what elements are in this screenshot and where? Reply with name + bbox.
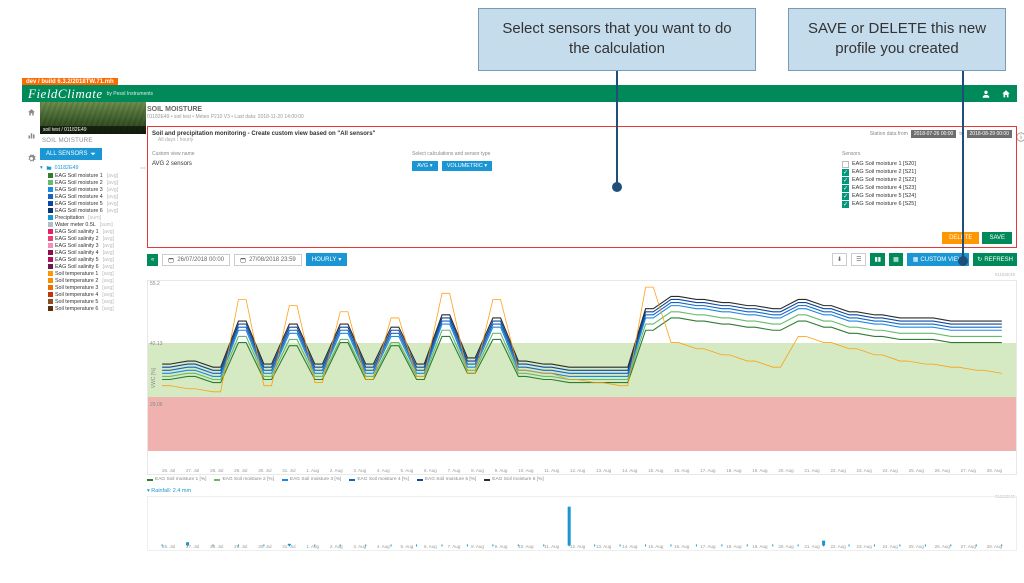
download-button[interactable]: ⬇ (832, 253, 847, 266)
home-icon[interactable] (1001, 89, 1011, 99)
tree-item[interactable]: EAG Soil salinity 4[avg] (40, 249, 146, 256)
logo: FieldClimate (28, 86, 103, 102)
sensor-checkbox-row[interactable]: EAG Soil moisture 1 [S20] (842, 160, 1012, 168)
rainfall-title: ▾ Rainfall: 2.4 mm (147, 488, 1017, 494)
page-title: SOIL MOISTURE (147, 106, 1017, 113)
name-label: Custom view name (152, 151, 352, 157)
tree-item[interactable]: EAG Soil salinity 1[avg] (40, 228, 146, 235)
chart-wrap: 01182E49 55.242.1329.06 VWC [%] 26. Jul2… (147, 272, 1017, 573)
custom-view-panel: Soil and precipitation monitoring - Crea… (147, 126, 1017, 248)
tree-root[interactable]: ▾ 01182E49 (40, 164, 146, 172)
bar-view-button[interactable]: ▮▮ (870, 253, 885, 266)
left-panel: soil test / 01182E49 SOIL MOISTURE ALL S… (40, 102, 146, 312)
station-thumbnail[interactable]: soil test / 01182E49 (40, 102, 146, 134)
chart-meta: 01182E49 (995, 272, 1015, 277)
station-data-range: Station data from 2018-07-26 00:00 to 20… (870, 130, 1012, 138)
sensor-checkbox-row[interactable]: ✓EAG Soil moisture 2 [S22] (842, 176, 1012, 184)
hourly-button[interactable]: HOURLY ▾ (306, 253, 348, 266)
rainfall-chart[interactable]: 26. Jul27. Jul28. Jul29. Jul30. Jul31. J… (147, 496, 1017, 551)
annotation-line-1 (616, 62, 618, 187)
tree-item[interactable]: Soil temperature 6[avg] (40, 305, 146, 312)
rain-x-ticks: 26. Jul27. Jul28. Jul29. Jul30. Jul31. J… (162, 544, 1002, 549)
date-from-input[interactable]: 26/07/2018 00:00 (162, 254, 230, 266)
date-to-input[interactable]: 27/08/2018 23:59 (234, 254, 302, 266)
ellipsis-icon[interactable] (140, 165, 146, 171)
tree-item[interactable]: EAG Soil salinity 5[avg] (40, 256, 146, 263)
all-sensors-button[interactable]: ALL SENSORS (40, 148, 102, 160)
tree-item[interactable]: EAG Soil salinity 6[avg] (40, 263, 146, 270)
moisture-chart[interactable]: 55.242.1329.06 VWC [%] 26. Jul27. Jul28.… (147, 280, 1017, 475)
tree-item[interactable]: EAG Soil moisture 1[avg] (40, 172, 146, 179)
annotation-sensors: Select sensors that you want to do the c… (478, 8, 756, 71)
gear-icon[interactable] (27, 154, 36, 165)
tree-item[interactable]: EAG Soil moisture 4[avg] (40, 193, 146, 200)
station-label: soil test / 01182E49 (40, 126, 146, 134)
calendar-icon (240, 257, 246, 263)
sensor-checkbox-row[interactable]: ✓EAG Soil moisture 2 [S21] (842, 168, 1012, 176)
tree-item[interactable]: Soil temperature 4[avg] (40, 291, 146, 298)
app-header: FieldClimate by Pessl Instruments (22, 85, 1017, 102)
tree-item[interactable]: Soil temperature 1[avg] (40, 270, 146, 277)
icon-rail (22, 102, 40, 165)
info-icon[interactable] (1016, 132, 1024, 144)
folder-icon (46, 165, 52, 171)
sensor-checkbox-row[interactable]: ✓EAG Soil moisture 6 [S25] (842, 200, 1012, 208)
date-from-chip: 2018-07-26 00:00 (911, 130, 956, 138)
calendar-icon (168, 257, 174, 263)
tree-item[interactable]: Soil temperature 3[avg] (40, 284, 146, 291)
custom-sub: All days / hourly (158, 137, 375, 143)
sensor-checkbox-row[interactable]: ✓EAG Soil moisture 5 [S24] (842, 192, 1012, 200)
tree-item[interactable]: EAG Soil moisture 5[avg] (40, 200, 146, 207)
main-area: SOIL MOISTURE 01182E49 • soil test • Met… (147, 102, 1017, 573)
x-ticks: 26. Jul27. Jul28. Jul29. Jul30. Jul31. J… (162, 468, 1002, 473)
custom-name-input[interactable]: AVG 2 sensors (152, 160, 352, 168)
home-nav-icon[interactable] (27, 108, 36, 119)
tree-item[interactable]: Soil temperature 2[avg] (40, 277, 146, 284)
tree-item[interactable]: Soil temperature 5[avg] (40, 298, 146, 305)
tree-item[interactable]: EAG Soil salinity 2[avg] (40, 235, 146, 242)
chart-nav-icon[interactable] (27, 131, 36, 142)
sensor-tree: ▾ 01182E49 EAG Soil moisture 1[avg]EAG S… (40, 164, 146, 312)
fastback-button[interactable]: « (147, 254, 158, 266)
annotation-line-2 (962, 62, 964, 261)
annotation-savedel: SAVE or DELETE this new profile you crea… (788, 8, 1006, 71)
refresh-button[interactable]: ↻ REFRESH (973, 253, 1017, 266)
chevron-down-icon (90, 151, 96, 157)
calc-label: Select calculations and sensor type (412, 151, 592, 157)
sensor-checklist: EAG Soil moisture 1 [S20]✓EAG Soil moist… (842, 160, 1012, 208)
tree-item[interactable]: Water meter 0.5L[sum] (40, 221, 146, 228)
annotation-dot-2 (958, 256, 968, 266)
tree-item[interactable]: Precipitation[sum] (40, 214, 146, 221)
page-subtitle: 01182E49 • soil test • Meteo P210 V3 • L… (147, 114, 1017, 120)
sensors-label: Sensors (842, 151, 1012, 157)
tree-item[interactable]: EAG Soil moisture 6[avg] (40, 207, 146, 214)
user-icon[interactable] (981, 89, 991, 99)
annotation-dot-1 (612, 182, 622, 192)
avg-pill[interactable]: AVG ▾ (412, 161, 438, 171)
save-button[interactable]: SAVE (982, 232, 1012, 244)
tree-item[interactable]: EAG Soil moisture 3[avg] (40, 186, 146, 193)
export-button[interactable]: ☰ (851, 253, 866, 266)
grid-view-button[interactable]: ▦ (889, 253, 903, 266)
sensor-checkbox-row[interactable]: ✓EAG Soil moisture 4 [S23] (842, 184, 1012, 192)
tree-item[interactable]: EAG Soil moisture 2[avg] (40, 179, 146, 186)
chart-toolbar: « 26/07/2018 00:00 27/08/2018 23:59 HOUR… (147, 253, 1017, 266)
volumetric-pill[interactable]: VOLUMETRIC ▾ (442, 161, 492, 171)
tree-item[interactable]: EAG Soil salinity 3[avg] (40, 242, 146, 249)
date-to-chip: 2018-08-29 00:00 (967, 130, 1012, 138)
section-title: SOIL MOISTURE (40, 134, 146, 146)
delete-button[interactable]: DELETE (942, 232, 979, 244)
logo-subtitle: by Pessl Instruments (107, 91, 153, 97)
page-header: SOIL MOISTURE 01182E49 • soil test • Met… (147, 102, 1017, 126)
